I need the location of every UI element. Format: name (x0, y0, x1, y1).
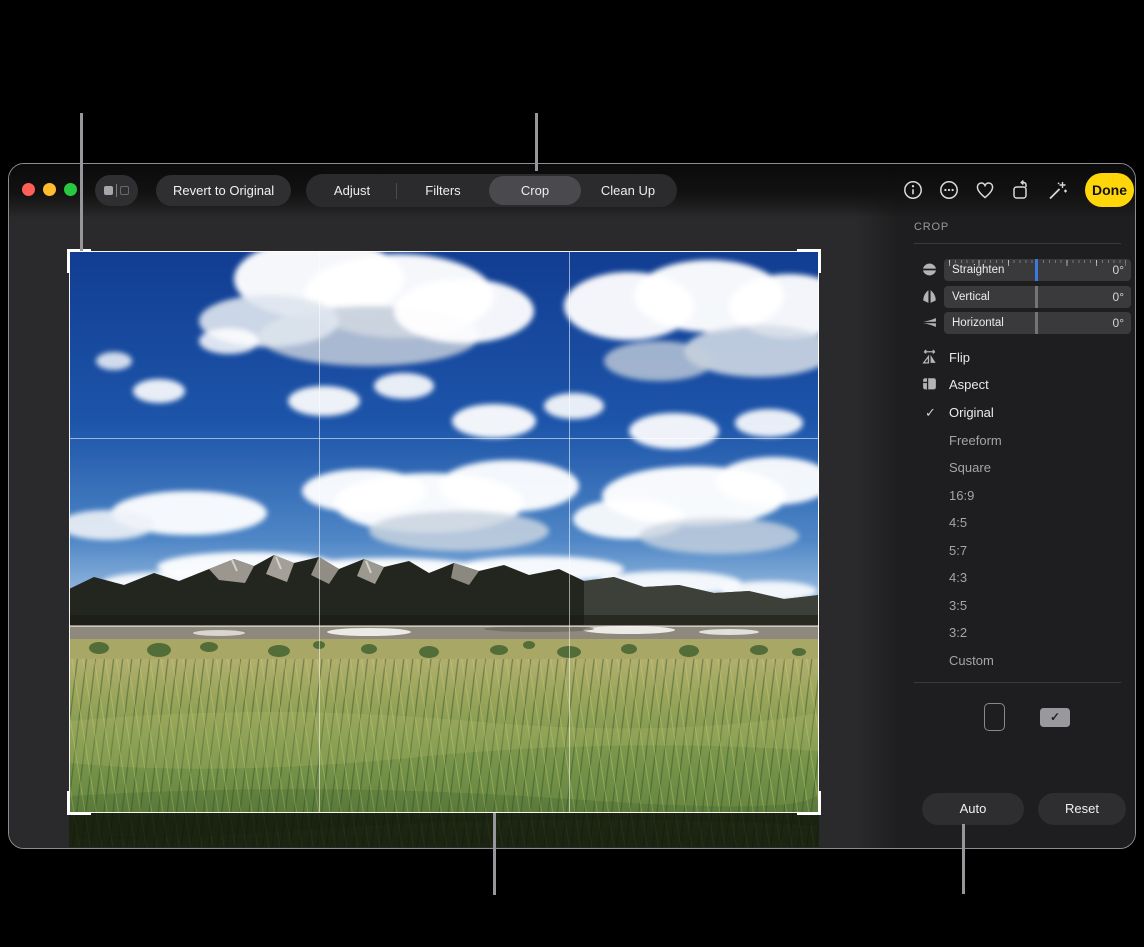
callout-line-crop-tab (535, 113, 538, 171)
crop-sidebar: CROP Straighten 0° Vertical 0° (901, 164, 1135, 848)
level-icon (921, 261, 938, 278)
heart-icon (974, 179, 996, 201)
favorite-button[interactable] (972, 177, 998, 203)
crop-handle-bottom-right[interactable] (797, 791, 821, 815)
crop-frame[interactable] (69, 251, 819, 813)
more-button[interactable] (936, 177, 962, 203)
aspect-option-square[interactable]: Square (949, 458, 991, 478)
rotate-button[interactable] (1008, 177, 1034, 203)
info-button[interactable] (900, 177, 926, 203)
canvas-shade (855, 164, 901, 848)
auto-button[interactable]: Auto (922, 793, 1024, 825)
aspect-option-original[interactable]: Original (949, 403, 994, 423)
straighten-value: 0° (1113, 259, 1124, 282)
photos-edit-window: CROP Straighten 0° Vertical 0° (8, 163, 1136, 849)
crop-handle-top-right[interactable] (797, 249, 821, 273)
orientation-portrait-button[interactable] (984, 703, 1005, 731)
crop-section-title: CROP (914, 221, 949, 233)
flip-row[interactable]: Flip (949, 349, 970, 367)
tab-clean-up[interactable]: Clean Up (581, 176, 675, 205)
callout-line-auto-button (962, 824, 965, 894)
vertical-perspective-icon (921, 288, 938, 305)
edit-mode-segmented-control: Adjust Filters Crop Clean Up (306, 174, 677, 207)
crop-handle-top-left[interactable] (67, 249, 91, 273)
aspect-option-3-2[interactable]: 3:2 (949, 623, 967, 643)
vertical-value: 0° (1113, 286, 1124, 309)
crop-grid-line-vertical-2 (569, 252, 570, 812)
horizontal-value: 0° (1113, 312, 1124, 335)
straighten-indicator[interactable] (1035, 259, 1038, 281)
aspect-option-16-9[interactable]: 16:9 (949, 486, 974, 506)
aspect-option-custom[interactable]: Custom (949, 651, 994, 671)
tab-adjust[interactable]: Adjust (308, 176, 396, 205)
check-icon: ✓ (925, 403, 936, 423)
reset-button[interactable]: Reset (1038, 793, 1126, 825)
compare-icon (104, 186, 113, 195)
auto-enhance-button[interactable] (1044, 177, 1070, 203)
callout-line-crop-area (493, 813, 496, 895)
info-icon (902, 179, 924, 201)
divider (914, 682, 1121, 683)
rotate-icon (1010, 179, 1032, 201)
aspect-row[interactable]: Aspect (949, 376, 989, 394)
horizontal-label: Horizontal (952, 312, 1004, 335)
minimize-button[interactable] (43, 183, 56, 196)
more-icon (938, 179, 960, 201)
orientation-landscape-button[interactable]: ✓ (1040, 708, 1070, 727)
crop-grid-line-vertical-1 (319, 252, 320, 812)
done-button[interactable]: Done (1085, 173, 1134, 207)
crop-handle-bottom-left[interactable] (67, 791, 91, 815)
zoom-button[interactable] (64, 183, 77, 196)
vertical-slider[interactable]: Vertical 0° (944, 286, 1131, 308)
flip-icon (921, 348, 938, 365)
vertical-indicator[interactable] (1035, 286, 1038, 308)
aspect-icon (921, 375, 938, 392)
aspect-option-4-5[interactable]: 4:5 (949, 513, 967, 533)
horizontal-indicator[interactable] (1035, 312, 1038, 334)
revert-to-original-button[interactable]: Revert to Original (156, 175, 291, 206)
aspect-option-freeform[interactable]: Freeform (949, 431, 1002, 451)
aspect-option-5-7[interactable]: 5:7 (949, 541, 967, 561)
aspect-option-3-5[interactable]: 3:5 (949, 596, 967, 616)
tab-filters[interactable]: Filters (397, 176, 489, 205)
auto-enhance-wand-icon (1046, 179, 1068, 201)
tab-crop[interactable]: Crop (489, 176, 581, 205)
callout-line-crop-corner (80, 113, 83, 251)
crop-grid-line-horizontal-1 (70, 438, 818, 439)
straighten-slider[interactable]: Straighten 0° (944, 259, 1131, 281)
compare-button[interactable] (95, 175, 138, 206)
edit-toolbar: Revert to Original Adjust Filters Crop C… (9, 164, 1135, 218)
aspect-option-4-3[interactable]: 4:3 (949, 568, 967, 588)
horizontal-slider[interactable]: Horizontal 0° (944, 312, 1131, 334)
horizontal-perspective-icon (921, 314, 938, 331)
vertical-label: Vertical (952, 286, 990, 309)
close-button[interactable] (22, 183, 35, 196)
crop-grid-line-horizontal-2 (70, 626, 818, 627)
straighten-label: Straighten (952, 259, 1004, 282)
divider (914, 243, 1121, 244)
